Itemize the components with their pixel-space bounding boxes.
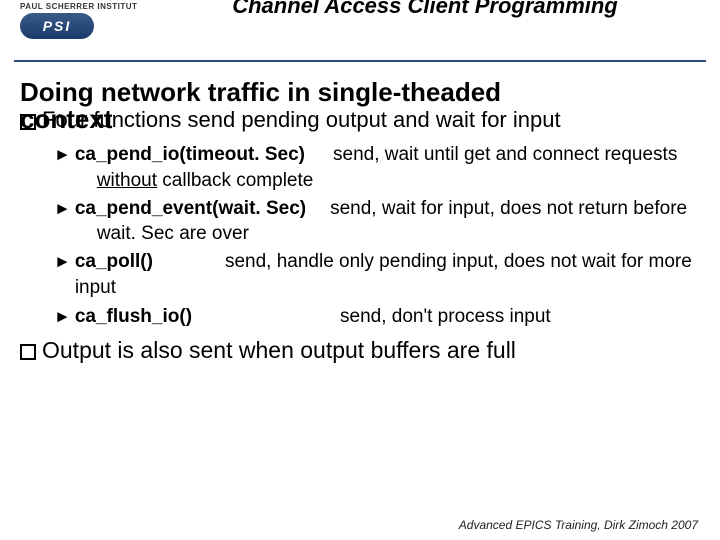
- arrow-icon: ►: [54, 144, 71, 167]
- func-1-body: ca_pend_io(timeout. Sec) send, wait until…: [75, 142, 700, 193]
- slide-header: PAUL SCHERRER INSTITUT PSI Channel Acces…: [0, 0, 720, 60]
- func-item-2: ► ca_pend_event(wait. Sec) send, wait for…: [54, 196, 700, 247]
- func-4-body: ca_flush_io() send, don't process input: [75, 304, 700, 330]
- bullet-1-text: Four functions send pending output and w…: [42, 106, 561, 135]
- func-1-name: ca_pend_io(timeout. Sec): [75, 144, 305, 165]
- slide-footer: Advanced EPICS Training, Dirk Zimoch 200…: [459, 518, 698, 532]
- func-4-desc: send, don't process input: [340, 306, 551, 327]
- func-2-desc1: send, wait for input, does not return be…: [330, 198, 687, 219]
- bullet-2-text: Output is also sent when output buffers …: [42, 336, 516, 366]
- psi-logo-shape: PSI: [20, 13, 94, 39]
- func-2-desc2: wait. Sec are over: [97, 221, 700, 247]
- func-item-4: ► ca_flush_io() send, don't process input: [54, 304, 700, 330]
- func-3-body: ca_poll()send, handle only pending input…: [75, 249, 700, 300]
- func-3-name: ca_poll(): [75, 251, 153, 272]
- function-list: ► ca_pend_io(timeout. Sec) send, wait unt…: [54, 142, 700, 329]
- logo-block: PAUL SCHERRER INSTITUT PSI: [20, 0, 150, 39]
- func-1-desc1: send, wait until get and connect request…: [333, 144, 677, 165]
- func-4-name: ca_flush_io(): [75, 306, 192, 327]
- func-2-body: ca_pend_event(wait. Sec) send, wait for i…: [75, 196, 700, 247]
- square-bullet-icon: [20, 344, 36, 360]
- psi-logo: PSI: [20, 13, 150, 39]
- func-item-3: ► ca_poll()send, handle only pending inp…: [54, 249, 700, 300]
- func-2-name: ca_pend_event(wait. Sec): [75, 198, 306, 219]
- bullet-1: Four functions send pending output and w…: [20, 106, 700, 135]
- slide-title-context: context: [20, 104, 112, 135]
- func-3-desc: send, handle only pending input, does no…: [75, 251, 692, 298]
- slide-content: Doing network traffic in single-theaded …: [0, 72, 720, 366]
- arrow-icon: ►: [54, 198, 71, 221]
- bullet-2: Output is also sent when output buffers …: [20, 336, 700, 366]
- func-1-desc2: without callback complete: [97, 168, 700, 194]
- func-1-without: without: [97, 170, 157, 191]
- header-divider: [14, 60, 706, 62]
- arrow-icon: ►: [54, 306, 71, 329]
- presentation-title: Channel Access Client Programming: [150, 0, 700, 18]
- slide-title-line1: Doing network traffic in single-theaded: [20, 78, 700, 108]
- func-item-1: ► ca_pend_io(timeout. Sec) send, wait unt…: [54, 142, 700, 193]
- arrow-icon: ►: [54, 251, 71, 274]
- institute-name: PAUL SCHERRER INSTITUT: [20, 2, 150, 11]
- func-1-desc2-rest: callback complete: [157, 170, 313, 191]
